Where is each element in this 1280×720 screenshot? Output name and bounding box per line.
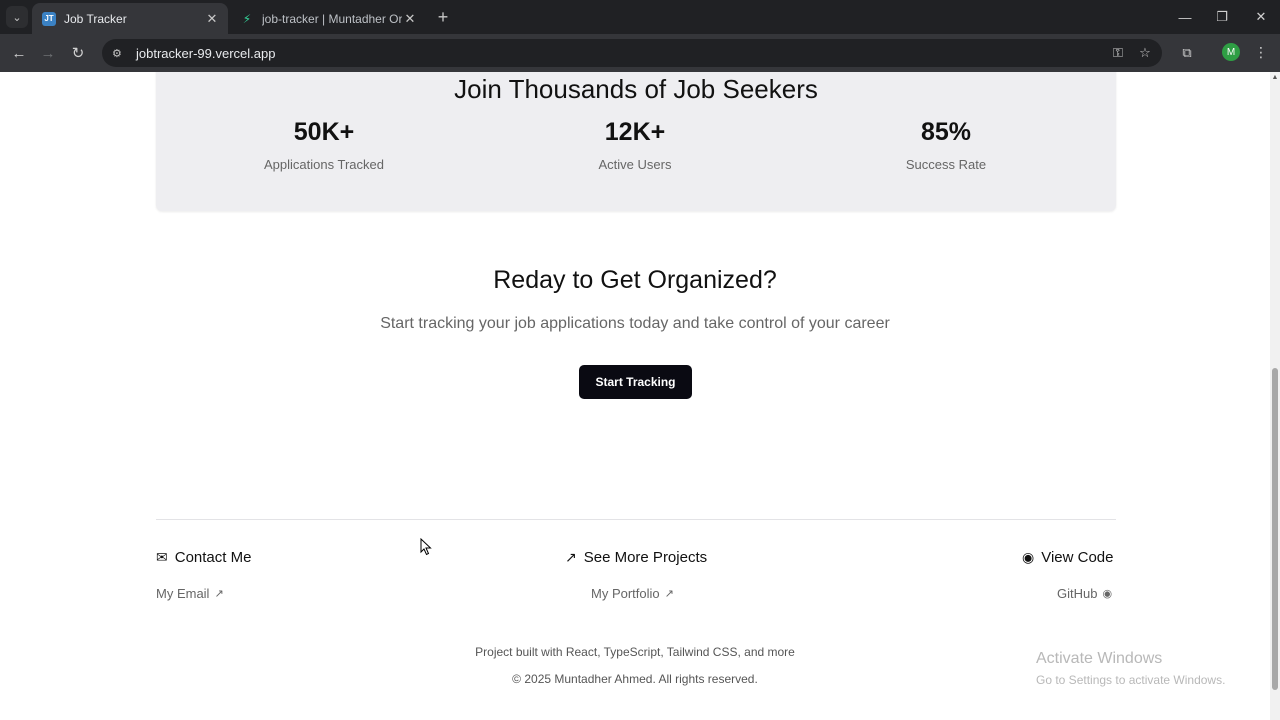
url-text: jobtracker-99.vercel.app [136, 45, 276, 61]
vercel-favicon-icon: ⚡ [242, 11, 252, 26]
job-tracker-favicon-icon: JT [42, 11, 56, 26]
stat-users: 12K+ Active Users [475, 118, 795, 172]
page-viewport: Join Thousands of Job Seekers 50K+ Appli… [0, 72, 1270, 720]
restore-button[interactable]: ❐ [1211, 6, 1233, 28]
portfolio-link-label: My Portfolio [591, 586, 660, 601]
profile-avatar[interactable]: M [1222, 43, 1240, 61]
minimize-icon: — [1178, 9, 1192, 25]
extensions-icon[interactable]: ⧉ [1176, 42, 1198, 64]
external-link-icon: ↗ [565, 549, 577, 565]
stat-success-rate: 85% Success Rate [786, 118, 1106, 172]
browser-toolbar: ← → ↻ ⚙ jobtracker-99.vercel.app ⚿ ☆ ⧉ [0, 34, 1280, 72]
new-tab-button[interactable]: + [432, 6, 454, 28]
cta-heading: Reday to Get Organized? [493, 266, 777, 294]
code-heading: ◉ View Code [1022, 549, 1114, 566]
tab-title: job-tracker | Muntadher Organi [262, 11, 402, 26]
github-link-label: GitHub [1057, 586, 1098, 601]
close-window-button[interactable]: ✕ [1250, 6, 1272, 28]
github-icon: ◉ [1102, 588, 1113, 600]
minimize-button[interactable]: — [1174, 6, 1196, 28]
stat-value: 85% [920, 118, 972, 146]
back-button[interactable]: ← [8, 42, 30, 64]
github-link[interactable]: GitHub ◉ [1057, 586, 1112, 601]
scrollbar-thumb[interactable] [1272, 368, 1278, 690]
projects-heading: ↗ See More Projects [565, 549, 707, 566]
contact-title: Contact Me [174, 549, 252, 566]
stat-label: Success Rate [905, 157, 987, 172]
external-link-icon: ↗ [214, 588, 224, 600]
address-bar[interactable]: ⚙ jobtracker-99.vercel.app [102, 39, 1162, 67]
github-icon: ◉ [1022, 549, 1035, 565]
portfolio-link[interactable]: My Portfolio ↗ [591, 586, 674, 601]
cta-subtitle: Start tracking your job applications tod… [380, 315, 890, 332]
code-title: View Code [1041, 549, 1114, 566]
stat-value: 12K+ [604, 118, 666, 146]
email-link-label: My Email [156, 586, 210, 601]
tab-title: Job Tracker [64, 11, 127, 26]
reload-button[interactable]: ↻ [67, 42, 89, 64]
footer-divider [156, 519, 1116, 520]
tab-close-icon[interactable]: ✕ [402, 11, 418, 27]
stats-section: Join Thousands of Job Seekers 50K+ Appli… [156, 72, 1116, 211]
tab-strip: ⌄ JT Job Tracker ✕ ⚡ job-tracker | Munta… [0, 0, 1280, 34]
stat-label: Active Users [598, 157, 672, 172]
tab-search-button[interactable]: ⌄ [6, 6, 28, 28]
chevron-down-icon: ⌄ [12, 11, 22, 24]
tab-github-repo[interactable]: ⚡ job-tracker | Muntadher Organi ✕ [230, 3, 426, 34]
tab-close-icon[interactable]: ✕ [204, 11, 220, 27]
projects-title: See More Projects [583, 549, 708, 566]
password-key-icon[interactable]: ⚿ [1107, 42, 1129, 64]
arrow-left-icon: ← [11, 44, 27, 62]
external-link-icon: ↗ [664, 588, 674, 600]
site-settings-icon[interactable]: ⚙ [112, 47, 130, 60]
watermark-line2: Go to Settings to activate Windows. [1036, 673, 1226, 687]
plus-icon: + [437, 6, 449, 27]
watermark-line1: Activate Windows [1036, 650, 1163, 667]
close-icon: ✕ [1255, 9, 1267, 24]
stat-label: Applications Tracked [264, 157, 384, 172]
mail-icon: ✉ [156, 549, 168, 565]
restore-icon: ❐ [1216, 9, 1228, 24]
tab-job-tracker[interactable]: JT Job Tracker ✕ [32, 3, 228, 34]
scroll-up-icon[interactable]: ▲ [1271, 74, 1279, 81]
email-link[interactable]: My Email ↗ [156, 586, 224, 601]
page-scrollbar[interactable]: ▲ [1270, 72, 1280, 720]
start-tracking-button[interactable]: Start Tracking [579, 365, 692, 399]
forward-button[interactable]: → [37, 42, 59, 64]
arrow-right-icon: → [40, 44, 56, 62]
stat-applications: 50K+ Applications Tracked [164, 118, 484, 172]
contact-heading: ✉ Contact Me [156, 549, 251, 566]
bookmark-star-icon[interactable]: ☆ [1134, 42, 1156, 64]
stat-value: 50K+ [293, 118, 355, 146]
reload-icon: ↻ [71, 45, 85, 62]
browser-menu-icon[interactable]: ⋮ [1252, 42, 1270, 62]
activate-windows-watermark: Activate Windows Go to Settings to activ… [1036, 650, 1225, 687]
mouse-cursor-icon [420, 538, 432, 556]
stats-heading: Join Thousands of Job Seekers [454, 74, 818, 104]
